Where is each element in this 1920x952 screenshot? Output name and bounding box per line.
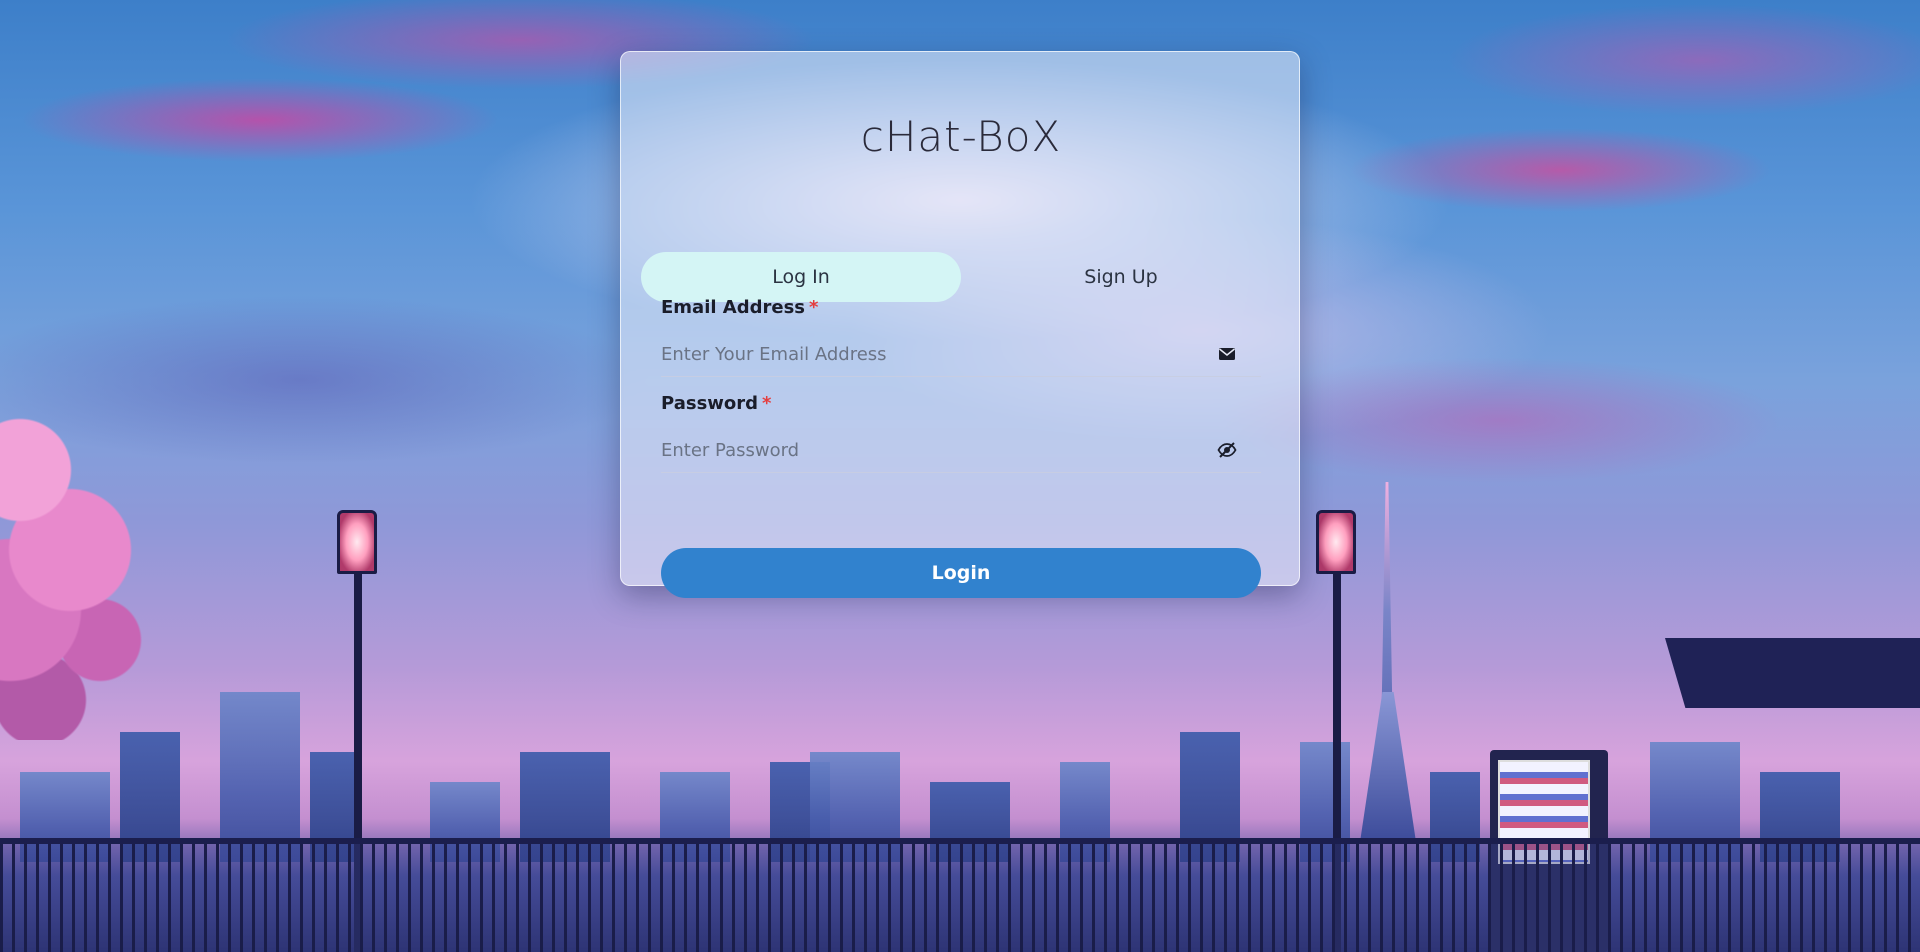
- eye-slash-icon[interactable]: [1217, 440, 1237, 460]
- railing: [0, 838, 1920, 952]
- bus-shelter: [1665, 638, 1920, 708]
- password-field: [661, 428, 1261, 473]
- login-button[interactable]: Login: [661, 548, 1261, 598]
- required-mark: *: [762, 393, 772, 414]
- email-label: Email Address *: [661, 297, 818, 318]
- tab-sign-up[interactable]: Sign Up: [961, 252, 1281, 302]
- login-card: cHat-BoX Log In Sign Up Email Address* P…: [620, 51, 1300, 598]
- tab-log-in[interactable]: Log In: [641, 252, 961, 302]
- auth-tabs: Log In Sign Up: [641, 252, 1281, 302]
- email-input[interactable]: [661, 332, 1201, 376]
- email-label-text: Email Address: [661, 297, 806, 318]
- required-mark: *: [809, 297, 819, 318]
- password-input[interactable]: [661, 428, 1201, 472]
- app-title: cHat-BoX: [860, 112, 1062, 161]
- envelope-icon: [1217, 344, 1237, 364]
- city-skyline: [0, 622, 1920, 862]
- email-field: [661, 332, 1261, 377]
- password-label-text: Password: [661, 393, 759, 414]
- password-label: Password *: [661, 393, 771, 414]
